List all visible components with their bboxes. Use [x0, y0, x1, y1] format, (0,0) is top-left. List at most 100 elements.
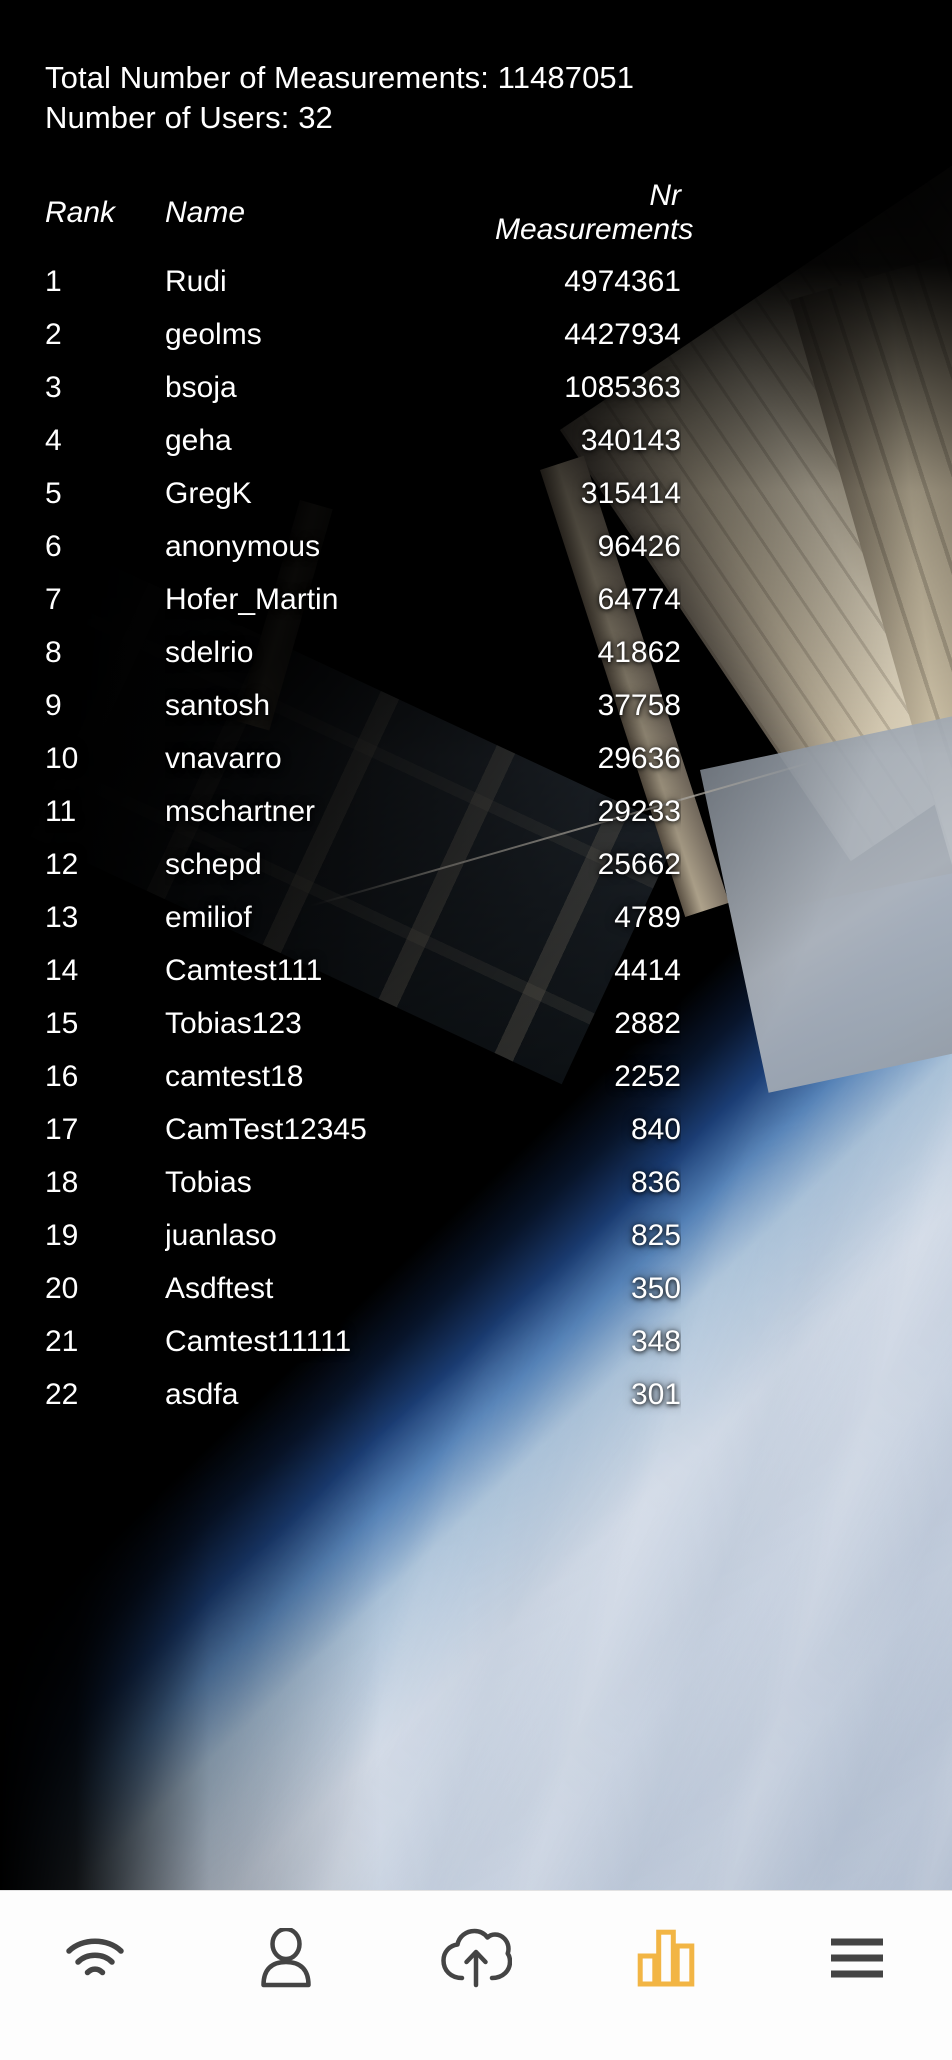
nav-item-menu[interactable] — [762, 1919, 952, 1997]
cell-rank: 20 — [45, 1272, 79, 1306]
cell-measurements: 2882 — [614, 1007, 681, 1041]
cell-measurements: 96426 — [597, 530, 681, 564]
table-row[interactable]: 10 vnavarro 29636 — [45, 732, 681, 785]
cell-name: Rudi — [165, 265, 227, 299]
cell-measurements: 25662 — [597, 848, 681, 882]
cell-name: vnavarro — [165, 742, 282, 776]
cell-measurements: 315414 — [580, 477, 681, 511]
bar-chart-icon — [637, 1929, 695, 1987]
cell-rank: 1 — [45, 265, 62, 299]
nav-item-user[interactable] — [190, 1919, 380, 1997]
cell-rank: 2 — [45, 318, 62, 352]
cell-name: camtest18 — [165, 1060, 304, 1094]
wifi-icon — [64, 1935, 126, 1981]
table-row[interactable]: 6 anonymous 96426 — [45, 520, 681, 573]
cell-rank: 21 — [45, 1325, 79, 1359]
cell-rank: 11 — [45, 795, 77, 829]
cell-name: schepd — [165, 848, 262, 882]
cell-rank: 6 — [45, 530, 62, 564]
cell-name: GregK — [165, 477, 252, 511]
cell-measurements: 836 — [630, 1166, 681, 1200]
cell-measurements: 348 — [630, 1325, 681, 1359]
table-row[interactable]: 17 CamTest12345 840 — [45, 1103, 681, 1156]
table-row[interactable]: 21 Camtest11111 348 — [45, 1315, 681, 1368]
nav-item-statistics[interactable] — [571, 1919, 761, 1997]
table-row[interactable]: 5 GregK 315414 — [45, 467, 681, 520]
cell-measurements: 4789 — [614, 901, 681, 935]
cloud-upload-icon — [440, 1928, 513, 1988]
table-row[interactable]: 9 santosh 37758 — [45, 679, 681, 732]
table-row[interactable]: 12 schepd 25662 — [45, 838, 681, 891]
table-row[interactable]: 20 Asdftest 350 — [45, 1262, 681, 1315]
table-row[interactable]: 11 mschartner 29233 — [45, 785, 681, 838]
summary-block: Total Number of Measurements: 11487051 N… — [45, 58, 908, 137]
table-row[interactable]: 13 emiliof 4789 — [45, 891, 681, 944]
cell-rank: 15 — [45, 1007, 79, 1041]
table-row[interactable]: 14 Camtest111 4414 — [45, 944, 681, 997]
cell-measurements: 64774 — [597, 583, 681, 617]
column-header-name: Name — [165, 196, 246, 230]
cell-measurements: 350 — [630, 1272, 681, 1306]
table-row[interactable]: 15 Tobias123 2882 — [45, 997, 681, 1050]
cell-rank: 19 — [45, 1219, 79, 1253]
cell-rank: 14 — [45, 954, 79, 988]
cell-rank: 22 — [45, 1378, 79, 1412]
column-header-measurements: Nr Measurements — [495, 179, 694, 247]
cell-name: santosh — [165, 689, 271, 723]
cell-measurements: 340143 — [580, 424, 681, 458]
cell-rank: 7 — [45, 583, 62, 617]
table-row[interactable]: 22 asdfa 301 — [45, 1368, 681, 1421]
cell-rank: 10 — [45, 742, 79, 776]
cell-measurements: 4414 — [614, 954, 681, 988]
table-row[interactable]: 2 geolms 4427934 — [45, 308, 681, 361]
cell-measurements: 4974361 — [564, 265, 681, 299]
cell-name: geolms — [165, 318, 262, 352]
cell-rank: 5 — [45, 477, 62, 511]
cell-rank: 18 — [45, 1166, 79, 1200]
cell-measurements: 825 — [630, 1219, 681, 1253]
leaderboard-screen: Total Number of Measurements: 11487051 N… — [0, 0, 952, 2060]
table-row[interactable]: 7 Hofer_Martin 64774 — [45, 573, 681, 626]
leaderboard-table: Rank Name Nr Measurements 1 Rudi 4974361 2 g… — [45, 179, 694, 1421]
leaderboard-content: Total Number of Measurements: 11487051 N… — [0, 0, 952, 1890]
cell-rank: 3 — [45, 371, 62, 405]
cell-name: Camtest11111 — [165, 1325, 352, 1359]
table-row[interactable]: 1 Rudi 4974361 — [45, 255, 681, 308]
cell-measurements: 2252 — [614, 1060, 681, 1094]
cell-name: Hofer_Martin — [165, 583, 339, 617]
cell-rank: 17 — [45, 1113, 79, 1147]
cell-measurements: 29636 — [597, 742, 681, 776]
table-row[interactable]: 3 bsoja 1085363 — [45, 361, 681, 414]
cell-name: Camtest111 — [165, 954, 323, 988]
cell-measurements: 301 — [630, 1378, 681, 1412]
cell-name: CamTest12345 — [165, 1113, 367, 1147]
leaderboard-rows: 1 Rudi 4974361 2 geolms 4427934 3 bsoja 1085363 4… — [45, 255, 681, 1421]
cell-name: sdelrio — [165, 636, 254, 670]
table-row[interactable]: 19 juanlaso 825 — [45, 1209, 681, 1262]
nav-item-cloud-upload[interactable] — [381, 1919, 571, 1997]
table-header-row: Rank Name Nr Measurements — [45, 179, 694, 255]
nav-item-wifi[interactable] — [0, 1919, 190, 1997]
column-header-rank: Rank — [45, 196, 116, 230]
cell-measurements: 41862 — [597, 636, 681, 670]
cell-rank: 8 — [45, 636, 62, 670]
cell-rank: 12 — [45, 848, 79, 882]
hamburger-menu-icon — [828, 1935, 886, 1981]
cell-name: juanlaso — [165, 1219, 277, 1253]
number-of-users-text: Number of Users: 32 — [45, 99, 333, 135]
cell-rank: 16 — [45, 1060, 79, 1094]
cell-measurements: 840 — [630, 1113, 681, 1147]
user-icon — [258, 1928, 314, 1988]
cell-name: emiliof — [165, 901, 252, 935]
table-row[interactable]: 16 camtest18 2252 — [45, 1050, 681, 1103]
cell-measurements: 1085363 — [564, 371, 681, 405]
bottom-navigation-bar — [0, 1890, 952, 2060]
cell-name: Asdftest — [165, 1272, 274, 1306]
table-row[interactable]: 18 Tobias 836 — [45, 1156, 681, 1209]
cell-rank: 9 — [45, 689, 62, 723]
table-row[interactable]: 4 geha 340143 — [45, 414, 681, 467]
cell-rank: 13 — [45, 901, 79, 935]
cell-name: Tobias123 — [165, 1007, 302, 1041]
cell-rank: 4 — [45, 424, 62, 458]
table-row[interactable]: 8 sdelrio 41862 — [45, 626, 681, 679]
